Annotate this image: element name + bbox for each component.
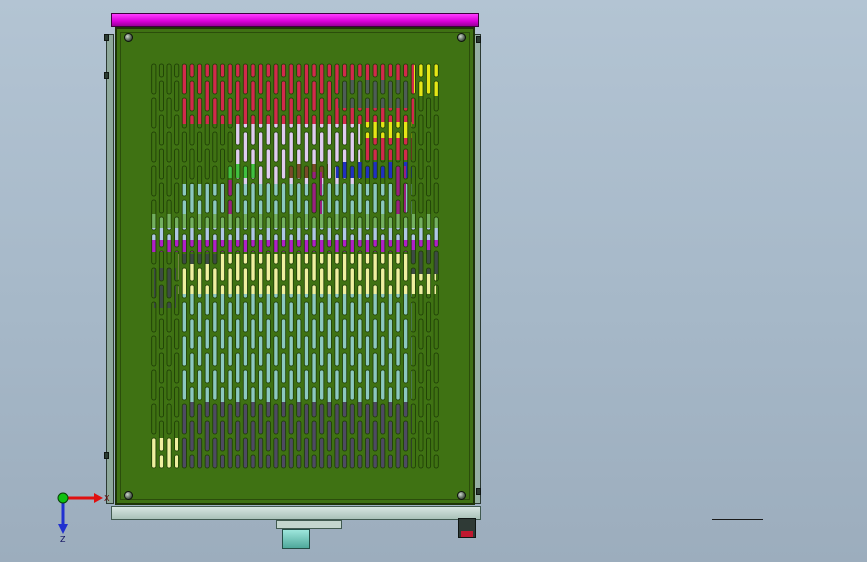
screw-icon xyxy=(124,33,133,42)
screw-icon xyxy=(457,33,466,42)
hinge-icon xyxy=(104,34,109,41)
hinge-icon xyxy=(104,452,109,459)
latch-icon xyxy=(476,36,481,43)
cabinet-base-plate xyxy=(111,506,481,520)
z-axis-arrowhead-icon xyxy=(58,524,68,534)
cabinet-side-rail-left xyxy=(106,34,114,504)
cabinet-base-plinth xyxy=(276,520,342,529)
scale-bar xyxy=(712,519,763,520)
coordinate-triad[interactable]: X Z xyxy=(48,482,120,544)
connector-tip xyxy=(461,531,473,537)
hinge-icon xyxy=(104,72,109,79)
x-axis-label: X xyxy=(104,494,110,503)
cad-viewport[interactable]: X Z xyxy=(0,0,867,562)
z-axis-label: Z xyxy=(60,535,66,544)
cable-gland-icon xyxy=(282,529,310,549)
screw-icon xyxy=(124,491,133,500)
cabinet-top-cap xyxy=(111,13,479,27)
screw-icon xyxy=(457,491,466,500)
y-axis-dot-icon xyxy=(57,492,69,504)
latch-icon xyxy=(476,488,481,495)
ventilation-grille xyxy=(150,62,440,472)
x-axis-arrowhead-icon xyxy=(94,493,103,503)
